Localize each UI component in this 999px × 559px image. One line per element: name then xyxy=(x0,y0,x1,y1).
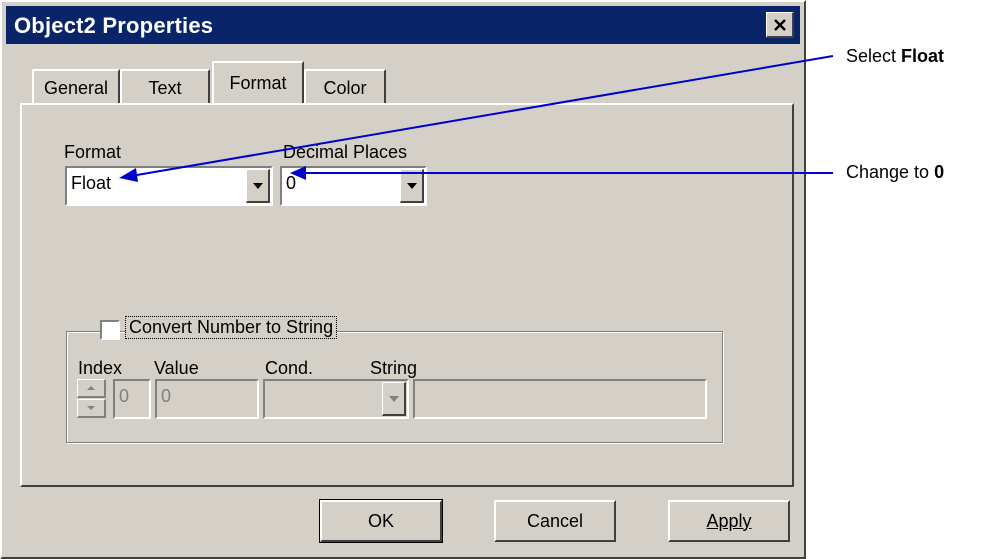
cond-select[interactable] xyxy=(263,379,409,419)
cancel-button[interactable]: Cancel xyxy=(494,500,616,542)
convert-number-checkbox-label[interactable]: Convert Number to String xyxy=(124,316,338,339)
convert-number-checkbox[interactable] xyxy=(100,320,120,340)
tab-color-label: Color xyxy=(323,78,367,98)
string-label: String xyxy=(370,358,418,378)
chevron-down-icon xyxy=(406,182,417,189)
string-field[interactable] xyxy=(413,379,707,419)
dialog-title: Object2 Properties xyxy=(14,13,214,38)
close-icon xyxy=(773,18,786,31)
index-spin-up[interactable] xyxy=(77,379,106,398)
decimal-dropdown-button[interactable] xyxy=(400,169,424,203)
select-callout-value: Float xyxy=(901,46,945,66)
value-label: Value xyxy=(154,358,199,378)
tab-color[interactable]: Color xyxy=(304,69,386,104)
ok-button[interactable]: OK xyxy=(319,499,443,543)
title-bar[interactable]: Object2 Properties xyxy=(6,6,800,44)
change-to-callout: Change to 0 xyxy=(846,162,944,183)
value-field[interactable]: 0 xyxy=(155,379,259,419)
select-float-callout: Select Float xyxy=(846,46,944,67)
change-callout-value: 0 xyxy=(934,162,945,182)
chevron-down-icon xyxy=(252,182,263,189)
value-field-value: 0 xyxy=(161,386,172,406)
index-spin-down[interactable] xyxy=(77,399,106,418)
tab-general-label: General xyxy=(43,78,109,98)
decimal-places-label: Decimal Places xyxy=(283,142,408,162)
close-button[interactable] xyxy=(766,12,794,38)
select-callout-prefix: Select xyxy=(846,46,902,66)
tab-text-label: Text xyxy=(148,78,182,98)
cond-dropdown-button[interactable] xyxy=(382,382,406,416)
arrow-down-icon xyxy=(87,406,95,410)
apply-button[interactable]: Apply xyxy=(668,500,790,542)
tab-format-label: Format xyxy=(229,73,287,93)
tab-text[interactable]: Text xyxy=(120,69,210,104)
tab-general[interactable]: General xyxy=(32,69,120,104)
format-select[interactable]: Float xyxy=(65,166,273,206)
index-label: Index xyxy=(78,358,123,378)
arrow-up-icon xyxy=(87,386,95,390)
cond-label: Cond. xyxy=(265,358,314,378)
index-field-value: 0 xyxy=(119,386,130,406)
apply-button-label: Apply xyxy=(706,510,752,531)
index-field[interactable]: 0 xyxy=(113,379,151,419)
format-dropdown-button[interactable] xyxy=(246,169,270,203)
change-callout-prefix: Change to xyxy=(846,162,935,182)
decimal-places-select-value: 0 xyxy=(286,173,297,193)
format-label: Format xyxy=(64,142,122,162)
chevron-down-icon xyxy=(388,395,399,402)
decimal-places-select[interactable]: 0 xyxy=(280,166,427,206)
tab-format[interactable]: Format xyxy=(212,61,304,103)
format-select-value: Float xyxy=(71,173,112,193)
properties-dialog: Object2 Properties General Text Format C… xyxy=(0,0,806,559)
